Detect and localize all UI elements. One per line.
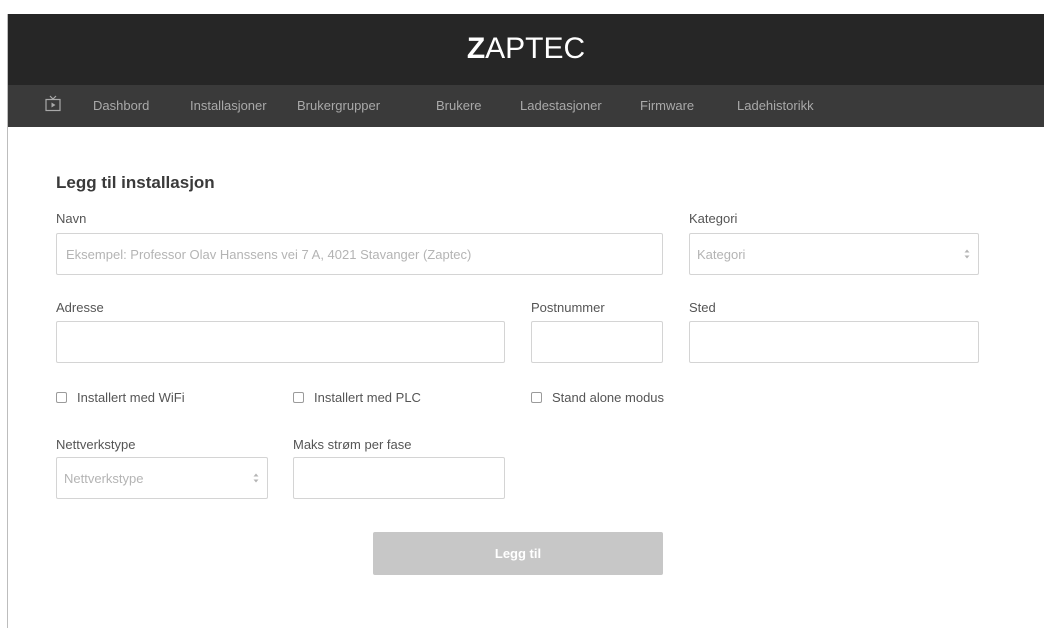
page-title: Legg til installasjon xyxy=(56,173,215,192)
name-label: Navn xyxy=(56,211,87,226)
plc-checkbox[interactable]: Installert med PLC xyxy=(293,390,421,405)
max-current-label: Maks strøm per fase xyxy=(293,437,412,452)
zaptec-logo[interactable]: ZAPTEC xyxy=(8,32,1044,66)
checkbox-box[interactable] xyxy=(531,392,542,403)
category-label: Kategori xyxy=(689,211,738,226)
select-arrows-icon xyxy=(253,473,259,483)
wifi-checkbox-label: Installert med WiFi xyxy=(77,390,185,405)
max-current-input[interactable] xyxy=(293,457,505,499)
nav-item-ladestasjoner[interactable]: Ladestasjoner xyxy=(520,98,602,113)
nav-item-firmware[interactable]: Firmware xyxy=(640,98,694,113)
network-type-label: Nettverkstype xyxy=(56,437,136,452)
top-header: ZAPTEC xyxy=(8,14,1044,85)
standalone-checkbox[interactable]: Stand alone modus xyxy=(531,390,664,405)
category-select[interactable]: Kategori xyxy=(689,233,979,275)
name-input[interactable] xyxy=(56,233,663,275)
address-input[interactable] xyxy=(56,321,505,363)
wifi-checkbox[interactable]: Installert med WiFi xyxy=(56,390,185,405)
network-type-selected-value: Nettverkstype xyxy=(64,471,144,486)
nav-item-brukere[interactable]: Brukere xyxy=(436,98,482,113)
postal-input[interactable] xyxy=(531,321,663,363)
main-nav: Dashbord Installasjoner Brukergrupper Br… xyxy=(8,85,1044,127)
tv-play-icon[interactable] xyxy=(44,95,62,113)
app-window: ZAPTEC Dashbord Installasjoner Brukergru… xyxy=(0,0,1044,628)
standalone-checkbox-label: Stand alone modus xyxy=(552,390,665,405)
checkbox-box[interactable] xyxy=(293,392,304,403)
category-selected-value: Kategori xyxy=(697,247,746,262)
city-label: Sted xyxy=(689,300,716,315)
nav-item-dashbord[interactable]: Dashbord xyxy=(93,98,149,113)
city-input[interactable] xyxy=(689,321,979,363)
add-installation-button[interactable]: Legg til xyxy=(373,532,663,575)
nav-item-installasjoner[interactable]: Installasjoner xyxy=(190,98,267,113)
network-type-select[interactable]: Nettverkstype xyxy=(56,457,268,499)
nav-item-brukergrupper[interactable]: Brukergrupper xyxy=(297,98,380,113)
postal-label: Postnummer xyxy=(531,300,605,315)
address-label: Adresse xyxy=(56,300,104,315)
checkbox-box[interactable] xyxy=(56,392,67,403)
plc-checkbox-label: Installert med PLC xyxy=(314,390,421,405)
nav-item-ladehistorikk[interactable]: Ladehistorikk xyxy=(737,98,814,113)
select-arrows-icon xyxy=(964,249,970,259)
